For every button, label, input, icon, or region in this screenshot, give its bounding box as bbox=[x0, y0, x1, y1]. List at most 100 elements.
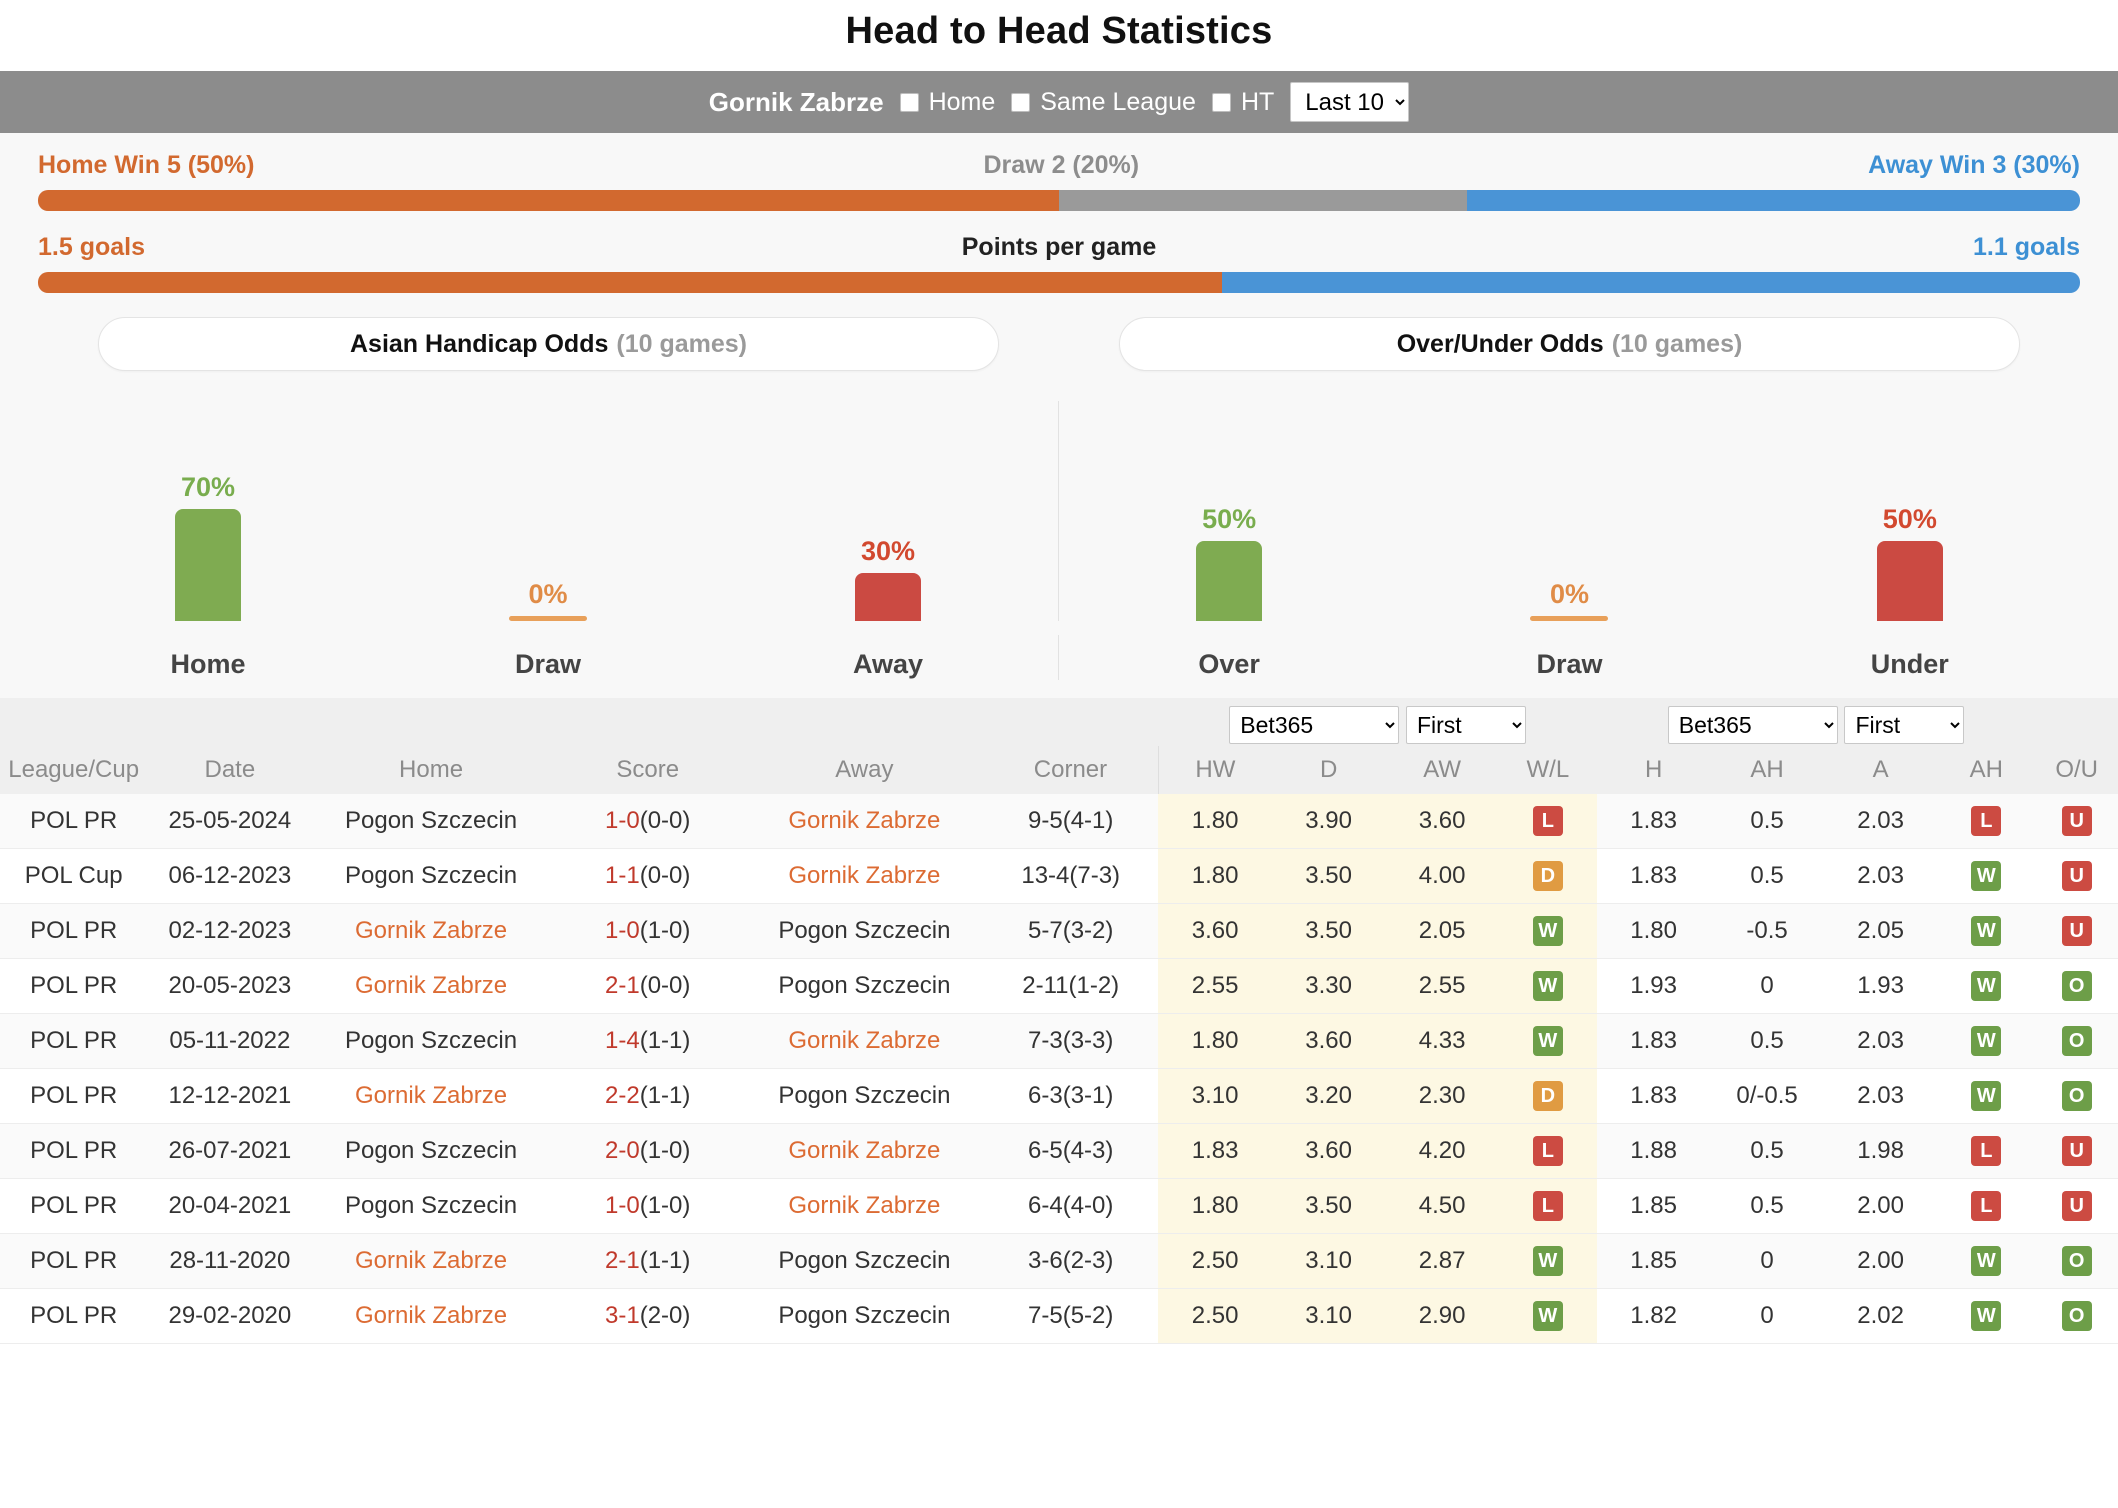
cell-league: POL Cup bbox=[0, 848, 148, 904]
asian-handicap-title: Asian Handicap Odds bbox=[349, 329, 609, 358]
result-badge: W bbox=[1971, 971, 2002, 1001]
col-league[interactable]: League/Cup bbox=[0, 746, 148, 794]
cell-date: 02-12-2023 bbox=[147, 903, 313, 959]
col-ou[interactable]: O/U bbox=[2035, 746, 2118, 794]
col-away[interactable]: Away bbox=[745, 746, 984, 794]
result-badge: D bbox=[1532, 861, 1563, 891]
range-select[interactable]: Last 10 bbox=[1290, 82, 1410, 122]
cell-ah-result: W bbox=[1937, 903, 2036, 959]
col-score[interactable]: Score bbox=[549, 746, 746, 794]
table-row[interactable]: POL PR 12-12-2021 Gornik Zabrze 2-2(1-1) Pog… bbox=[0, 1068, 2118, 1124]
asian-handicap-pill[interactable]: Asian Handicap Odds (10 games) bbox=[98, 317, 999, 371]
cell-hw: 1.80 bbox=[1158, 1178, 1272, 1234]
cell-date: 12-12-2021 bbox=[147, 1068, 313, 1124]
col-ah-result[interactable]: AH bbox=[1937, 746, 2036, 794]
cell-h: 1.80 bbox=[1596, 903, 1711, 959]
over-under-panel: Over/Under Odds (10 games) bbox=[1059, 317, 2080, 371]
checkbox-icon[interactable] bbox=[899, 92, 919, 112]
table-head: Bet365 First Bet365 First League/Cup Dat… bbox=[0, 698, 2118, 794]
filter-checkbox-ht[interactable]: HT bbox=[1211, 87, 1275, 117]
header-ah-selects: Bet365 First bbox=[1596, 698, 2036, 746]
cell-hw: 2.50 bbox=[1158, 1233, 1272, 1289]
cell-home: Pogon Szczecin bbox=[312, 794, 550, 849]
cell-score: 1-0(1-0) bbox=[549, 903, 746, 959]
bookmaker-select-1x2[interactable]: Bet365 bbox=[1229, 706, 1400, 744]
cell-aw: 2.87 bbox=[1385, 1233, 1499, 1289]
col-corner[interactable]: Corner bbox=[983, 746, 1159, 794]
table-row[interactable]: POL PR 28-11-2020 Gornik Zabrze 2-1(1-1) Pog… bbox=[0, 1233, 2118, 1289]
checkbox-icon[interactable] bbox=[1011, 92, 1031, 112]
col-h[interactable]: H bbox=[1596, 746, 1711, 794]
col-hw[interactable]: HW bbox=[1158, 746, 1272, 794]
result-badge: W bbox=[1971, 1301, 2002, 1331]
cell-d: 3.30 bbox=[1271, 958, 1386, 1014]
table-body: POL PR 25-05-2024 Pogon Szczecin 1-0(0-0) Go… bbox=[0, 794, 2118, 1344]
cell-home: Gornik Zabrze bbox=[312, 958, 550, 1014]
ppg-bar-home-segment bbox=[38, 272, 1223, 293]
result-badge: L bbox=[1532, 1136, 1563, 1166]
table-row[interactable]: POL PR 29-02-2020 Gornik Zabrze 3-1(2-0) Pog… bbox=[0, 1288, 2118, 1344]
cell-ah-result: W bbox=[1937, 1233, 2036, 1289]
result-badge: W bbox=[1532, 971, 1563, 1001]
cell-home: Gornik Zabrze bbox=[312, 903, 550, 959]
odds-time-select-1x2[interactable]: First bbox=[1405, 706, 1526, 744]
result-bar-draw-segment bbox=[1059, 190, 1468, 211]
odds-time-select-ah[interactable]: First bbox=[1844, 706, 1965, 744]
col-aw[interactable]: AW bbox=[1385, 746, 1499, 794]
cell-date: 28-11-2020 bbox=[147, 1233, 313, 1289]
cell-wl: W bbox=[1498, 1288, 1597, 1344]
col-date[interactable]: Date bbox=[147, 746, 313, 794]
cell-d: 3.60 bbox=[1271, 1013, 1386, 1069]
table-row[interactable]: POL PR 26-07-2021 Pogon Szczecin 2-0(1-0) Go… bbox=[0, 1123, 2118, 1179]
cell-wl: L bbox=[1498, 1123, 1597, 1179]
checkbox-icon[interactable] bbox=[1211, 92, 1231, 112]
cell-a: 1.93 bbox=[1823, 958, 1938, 1014]
cell-h: 1.83 bbox=[1596, 1013, 1711, 1069]
col-a[interactable]: A bbox=[1823, 746, 1938, 794]
cell-ah-result: W bbox=[1937, 958, 2036, 1014]
col-home[interactable]: Home bbox=[312, 746, 550, 794]
col-d[interactable]: D bbox=[1271, 746, 1386, 794]
result-badge: L bbox=[1971, 806, 2002, 836]
table-row[interactable]: POL PR 20-05-2023 Gornik Zabrze 2-1(0-0) Pog… bbox=[0, 958, 2118, 1014]
cell-date: 26-07-2021 bbox=[147, 1123, 313, 1179]
cell-ou: U bbox=[2035, 903, 2118, 959]
filter-checkbox-home[interactable]: Home bbox=[899, 88, 995, 117]
asian-handicap-panel: Asian Handicap Odds (10 games) bbox=[38, 317, 1059, 371]
cell-home: Pogon Szczecin bbox=[312, 848, 550, 904]
cell-away: Gornik Zabrze bbox=[745, 1178, 984, 1234]
cell-home: Gornik Zabrze bbox=[312, 1233, 550, 1289]
col-ah[interactable]: AH bbox=[1710, 746, 1824, 794]
cell-away: Pogon Szczecin bbox=[745, 1288, 984, 1344]
cell-ou: O bbox=[2035, 1013, 2118, 1069]
cell-away: Pogon Szczecin bbox=[745, 1068, 984, 1124]
table-row[interactable]: POL PR 05-11-2022 Pogon Szczecin 1-4(1-1) Go… bbox=[0, 1013, 2118, 1069]
cell-score: 2-0(1-0) bbox=[549, 1123, 746, 1179]
bookmaker-select-ah[interactable]: Bet365 bbox=[1667, 706, 1838, 744]
cell-aw: 3.60 bbox=[1385, 794, 1499, 849]
ah-away-bar bbox=[855, 573, 921, 621]
cell-away: Pogon Szczecin bbox=[745, 1233, 984, 1289]
ppg-bar-labels: 1.5 goals Points per game 1.1 goals bbox=[38, 233, 2080, 262]
table-row[interactable]: POL PR 25-05-2024 Pogon Szczecin 1-0(0-0) Go… bbox=[0, 794, 2118, 849]
filter-checkbox-same-league[interactable]: Same League bbox=[1011, 88, 1196, 117]
cell-h: 1.88 bbox=[1596, 1123, 1711, 1179]
over-under-pill[interactable]: Over/Under Odds (10 games) bbox=[1119, 317, 2020, 371]
cell-score: 2-2(1-1) bbox=[549, 1068, 746, 1124]
cell-league: POL PR bbox=[0, 794, 148, 849]
cell-aw: 2.55 bbox=[1385, 958, 1499, 1014]
ou-bar-under: 50% bbox=[1830, 401, 1990, 621]
cell-a: 2.00 bbox=[1823, 1233, 1938, 1289]
filter-checkbox-ht-label: HT bbox=[1240, 87, 1275, 116]
table-row[interactable]: POL Cup 06-12-2023 Pogon Szczecin 1-1(0-0) G… bbox=[0, 848, 2118, 904]
col-wl[interactable]: W/L bbox=[1498, 746, 1597, 794]
cell-corner: 6-4(4-0) bbox=[983, 1178, 1159, 1234]
table-row[interactable]: POL PR 20-04-2021 Pogon Szczecin 1-0(1-0) Go… bbox=[0, 1178, 2118, 1234]
cell-away: Pogon Szczecin bbox=[745, 903, 984, 959]
cell-ah: 0.5 bbox=[1710, 1013, 1824, 1069]
cell-corner: 5-7(3-2) bbox=[983, 903, 1159, 959]
table-row[interactable]: POL PR 02-12-2023 Gornik Zabrze 1-0(1-0) Pog… bbox=[0, 903, 2118, 959]
ah-away-pct: 30% bbox=[860, 536, 916, 566]
result-badge: L bbox=[1532, 1191, 1563, 1221]
result-badge: W bbox=[1532, 1026, 1563, 1056]
